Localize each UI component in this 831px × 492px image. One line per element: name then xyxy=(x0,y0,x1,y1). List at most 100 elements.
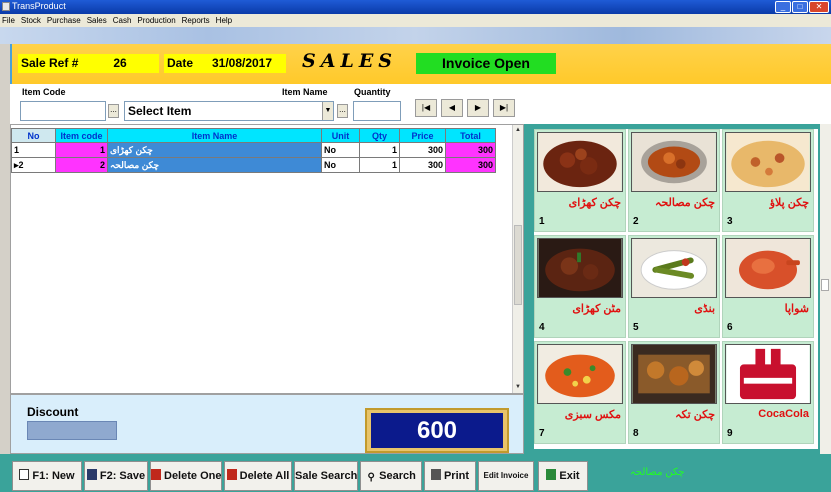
sale-items-grid[interactable]: No Item code Item Name Unit Qty Price To… xyxy=(10,124,524,394)
product-tile[interactable]: چکن پلاؤ 3 xyxy=(722,129,814,232)
grid-scroll-thumb[interactable] xyxy=(514,225,522,305)
cell-item-name[interactable]: چکن کھڑای xyxy=(107,142,322,158)
product-name: مٹن کھڑای xyxy=(572,303,621,315)
product-tile[interactable]: مٹن کھڑای 4 xyxy=(534,235,626,338)
cell-qty[interactable]: 1 xyxy=(359,157,400,173)
product-name: چکن پلاؤ xyxy=(769,197,809,209)
product-number: 3 xyxy=(727,216,733,227)
column-header-no[interactable]: No xyxy=(11,128,56,143)
sale-search-button[interactable]: Sale Search xyxy=(294,461,358,491)
maximize-icon[interactable]: □ xyxy=(792,1,808,13)
page-title: SALES xyxy=(302,50,398,72)
column-header-qty[interactable]: Qty xyxy=(359,128,400,143)
product-tile[interactable]: بنڈی 5 xyxy=(628,235,720,338)
menu-stock[interactable]: Stock xyxy=(21,14,41,27)
search-button[interactable]: ⚲ Search xyxy=(360,461,422,491)
previous-record-button[interactable]: ◀ xyxy=(441,99,463,117)
column-header-total[interactable]: Total xyxy=(445,128,496,143)
cell-qty[interactable]: 1 xyxy=(359,142,400,158)
date-value: 31/08/2017 xyxy=(198,54,286,73)
print-button-label: Print xyxy=(443,470,470,482)
first-record-button[interactable]: |◀ xyxy=(415,99,437,117)
cell-total[interactable]: 300 xyxy=(445,142,496,158)
new-button[interactable]: F1: New xyxy=(12,461,82,491)
delete-one-button[interactable]: Delete One xyxy=(150,461,222,491)
mix-sabzi-image xyxy=(537,344,623,404)
item-name-browse-button[interactable]: ... xyxy=(337,104,348,118)
exit-button-label: Exit xyxy=(559,470,580,482)
product-number: 4 xyxy=(539,322,545,333)
close-icon[interactable]: ✕ xyxy=(809,1,829,13)
product-name: مکس سبزی xyxy=(564,409,621,421)
gallery-scroll-thumb[interactable] xyxy=(821,279,829,291)
grid-scrollbar[interactable]: ▲ ▼ xyxy=(512,125,523,393)
cell-price[interactable]: 300 xyxy=(399,157,446,173)
menu-file[interactable]: File xyxy=(2,14,15,27)
last-record-button[interactable]: ▶| xyxy=(493,99,515,117)
menu-production[interactable]: Production xyxy=(137,14,175,27)
cell-total[interactable]: 300 xyxy=(445,157,496,173)
bhindi-image xyxy=(631,238,717,298)
cell-item-code[interactable]: 2 xyxy=(55,157,108,173)
cell-no[interactable]: 1 xyxy=(11,142,56,158)
menu-help[interactable]: Help xyxy=(216,14,232,27)
cell-no[interactable]: ▸2 xyxy=(11,157,56,173)
quantity-input[interactable] xyxy=(353,101,401,121)
column-header-item-name[interactable]: Item Name xyxy=(107,128,322,143)
product-name: CocaCola xyxy=(758,408,809,420)
chevron-down-icon[interactable]: ▼ xyxy=(322,102,333,120)
menu-cash[interactable]: Cash xyxy=(113,14,132,27)
product-tile[interactable]: CocaCola 9 xyxy=(722,341,814,444)
status-text: چکن مصالحہ xyxy=(630,467,685,478)
cell-unit[interactable]: No xyxy=(321,157,360,173)
delete-icon xyxy=(151,469,161,480)
print-button[interactable]: Print xyxy=(424,461,476,491)
cell-item-code[interactable]: 1 xyxy=(55,142,108,158)
cell-item-name[interactable]: چکن مصالحہ xyxy=(107,157,322,173)
scroll-down-icon[interactable]: ▼ xyxy=(513,382,523,393)
product-name: چکن مصالحہ xyxy=(655,197,715,209)
roast-chicken-image xyxy=(725,238,811,298)
column-header-unit[interactable]: Unit xyxy=(321,128,360,143)
table-row[interactable]: 1 1 چکن کھڑای No 1 300 300 xyxy=(11,142,496,158)
product-tile[interactable]: چکن مصالحہ 2 xyxy=(628,129,720,232)
product-name: چکن کھڑای xyxy=(568,197,621,209)
chicken-tikka-image xyxy=(631,344,717,404)
grand-total-value: 600 xyxy=(371,413,503,448)
sale-items-table: No Item code Item Name Unit Qty Price To… xyxy=(11,128,496,173)
item-name-select[interactable]: Select Item ▼ xyxy=(124,101,334,121)
menu-sales[interactable]: Sales xyxy=(87,14,107,27)
item-name-select-value: Select Item xyxy=(128,104,192,118)
product-tile[interactable]: چکن کھڑای 1 xyxy=(534,129,626,232)
item-code-browse-button[interactable]: ... xyxy=(108,104,119,118)
edit-invoice-button[interactable]: Edit Invoice xyxy=(478,461,534,491)
product-number: 5 xyxy=(633,322,639,333)
menu-reports[interactable]: Reports xyxy=(182,14,210,27)
table-row[interactable]: ▸2 2 چکن مصالحہ No 1 300 300 xyxy=(11,157,496,173)
discount-input[interactable] xyxy=(27,421,117,440)
product-tile[interactable]: مکس سبزی 7 xyxy=(534,341,626,444)
menu-purchase[interactable]: Purchase xyxy=(47,14,81,27)
delete-all-button[interactable]: Delete All xyxy=(224,461,292,491)
column-header-item-code[interactable]: Item code xyxy=(55,128,108,143)
window-controls: _ □ ✕ xyxy=(775,1,829,13)
product-tile[interactable]: شواپا 6 xyxy=(722,235,814,338)
next-record-button[interactable]: ▶ xyxy=(467,99,489,117)
product-number: 8 xyxy=(633,428,639,439)
product-gallery-panel: چکن کھڑای 1 چکن مصالحہ 2 چکن پلاؤ 3 مٹن … xyxy=(534,129,818,449)
item-code-input[interactable] xyxy=(20,101,106,121)
save-button-label: F2: Save xyxy=(99,470,146,482)
cell-unit[interactable]: No xyxy=(321,142,360,158)
coca-cola-image xyxy=(725,344,811,404)
exit-button[interactable]: Exit xyxy=(538,461,588,491)
product-tile[interactable]: چکن تکہ 8 xyxy=(628,341,720,444)
table-header-row: No Item code Item Name Unit Qty Price To… xyxy=(11,128,496,143)
cell-price[interactable]: 300 xyxy=(399,142,446,158)
save-button[interactable]: F2: Save xyxy=(84,461,148,491)
column-header-price[interactable]: Price xyxy=(399,128,446,143)
quantity-label: Quantity xyxy=(354,87,391,97)
scroll-up-icon[interactable]: ▲ xyxy=(513,125,523,136)
totals-panel: Discount 600 xyxy=(10,394,524,454)
gallery-scrollbar[interactable] xyxy=(820,124,831,454)
minimize-icon[interactable]: _ xyxy=(775,1,791,13)
